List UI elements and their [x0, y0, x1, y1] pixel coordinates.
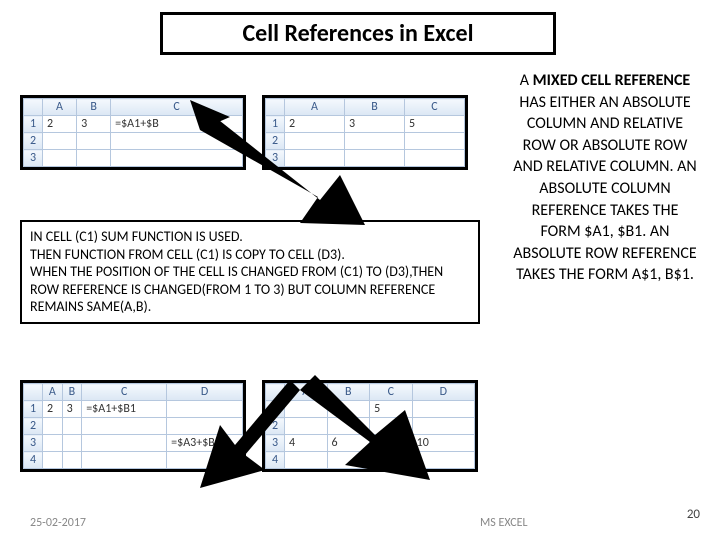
page-title: Cell References in Excel: [160, 12, 556, 55]
excel-grid-top-left: ABC 123=$A1+$B 2 3: [20, 95, 246, 170]
excel-grid-bottom-left: ABCD 123=$A1+$B1 2 3=$A3+$B 4: [20, 380, 246, 472]
excel-grid-top-right: ABC 1235 2 3: [262, 95, 468, 170]
footer-app-name: MS EXCEL: [480, 516, 528, 530]
excel-grid-bottom-right: ABCD 15 2 34610 4: [262, 380, 478, 472]
footer-date: 25-02-2017: [30, 516, 86, 530]
footer-page-number: 20: [687, 507, 700, 522]
mixed-reference-definition: A MIXED CELL REFERENCE HAS EITHER AN ABS…: [510, 70, 700, 286]
explanation-text: IN CELL (C1) SUM FUNCTION IS USED. THEN …: [20, 220, 480, 324]
